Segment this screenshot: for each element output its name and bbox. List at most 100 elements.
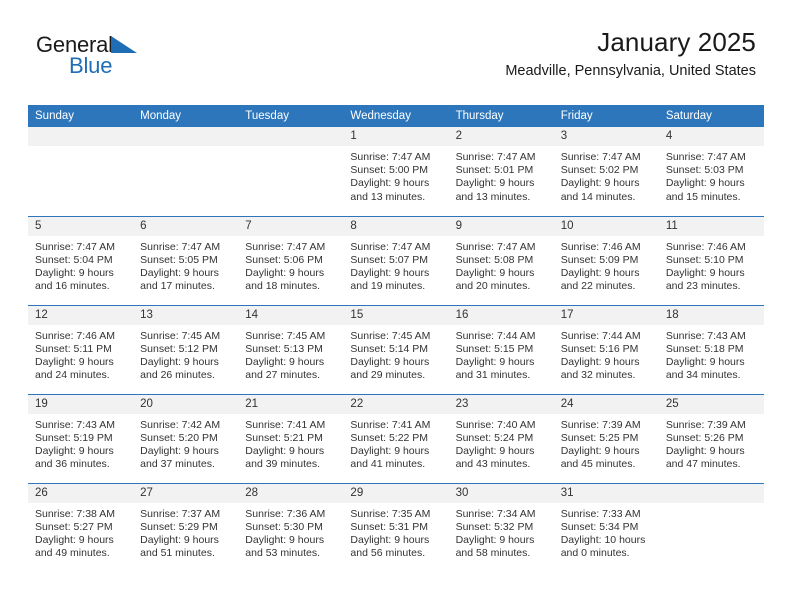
daylight-text-line2: and 56 minutes.	[350, 547, 426, 560]
sunset-text: Sunset: 5:16 PM	[560, 342, 639, 355]
daylight-text-line2: and 17 minutes.	[140, 280, 215, 293]
sunset-text: Sunset: 5:34 PM	[560, 520, 639, 533]
calendar-day-cell[interactable]: 29 Sunrise: 7:35 AM Sunset: 5:31 PM Dayligh…	[343, 482, 449, 572]
calendar-day-cell[interactable]: 5 Sunrise: 7:47 AM Sunset: 5:04 PM Daylight…	[28, 215, 134, 305]
daylight-text-line2: and 36 minutes.	[35, 458, 110, 471]
day-details: Sunrise: 7:44 AM Sunset: 5:15 PM Daylight:…	[449, 325, 554, 383]
calendar-day-cell[interactable]: 24 Sunrise: 7:39 AM Sunset: 5:25 PM Dayligh…	[553, 393, 659, 483]
calendar-day-cell[interactable]: 1 Sunrise: 7:47 AM Sunset: 5:00 PM Daylight…	[343, 127, 449, 216]
sunrise-text: Sunrise: 7:45 AM	[140, 329, 221, 342]
page-subtitle: Meadville, Pennsylvania, United States	[505, 62, 756, 79]
calendar-day-cell[interactable]: 8 Sunrise: 7:47 AM Sunset: 5:07 PM Daylight…	[343, 215, 449, 305]
calendar-day-cell[interactable]: 6 Sunrise: 7:47 AM Sunset: 5:05 PM Daylight…	[133, 215, 239, 305]
day-details: Sunrise: 7:46 AM Sunset: 5:10 PM Daylight:…	[659, 236, 764, 294]
calendar-cell-empty	[238, 127, 344, 216]
daylight-text-line2: and 18 minutes.	[245, 280, 320, 293]
calendar-day-cell[interactable]: 7 Sunrise: 7:47 AM Sunset: 5:06 PM Daylight…	[238, 215, 344, 305]
calendar-day-cell[interactable]: 18 Sunrise: 7:43 AM Sunset: 5:18 PM Dayligh…	[658, 304, 764, 394]
calendar-day-cell[interactable]: 10 Sunrise: 7:46 AM Sunset: 5:09 PM Dayligh…	[553, 215, 659, 305]
calendar-day-cell[interactable]: 31 Sunrise: 7:33 AM Sunset: 5:34 PM Dayligh…	[553, 482, 659, 572]
day-number: 17	[553, 305, 659, 325]
sunrise-text: Sunrise: 7:47 AM	[455, 240, 536, 253]
sunrise-text: Sunrise: 7:43 AM	[665, 329, 746, 342]
day-number: 11	[658, 216, 764, 236]
calendar-day-cell[interactable]: 15 Sunrise: 7:45 AM Sunset: 5:14 PM Dayligh…	[343, 304, 449, 394]
day-details: Sunrise: 7:47 AM Sunset: 5:02 PM Daylight:…	[554, 146, 659, 204]
day-number: 5	[28, 216, 134, 236]
calendar-day-cell[interactable]: 19 Sunrise: 7:43 AM Sunset: 5:19 PM Dayligh…	[28, 393, 134, 483]
day-number: 30	[448, 483, 554, 503]
calendar-day-cell[interactable]: 21 Sunrise: 7:41 AM Sunset: 5:21 PM Dayligh…	[238, 393, 344, 483]
sunset-text: Sunset: 5:07 PM	[350, 253, 429, 266]
calendar-day-cell[interactable]: 2 Sunrise: 7:47 AM Sunset: 5:01 PM Daylight…	[448, 127, 554, 216]
daylight-text-line2: and 24 minutes.	[35, 369, 110, 382]
calendar-day-cell[interactable]: 28 Sunrise: 7:36 AM Sunset: 5:30 PM Dayligh…	[238, 482, 344, 572]
day-details: Sunrise: 7:45 AM Sunset: 5:13 PM Daylight:…	[238, 325, 343, 383]
calendar-page: General Blue January 2025 Meadville, Pen…	[0, 0, 792, 612]
daylight-text-line1: Daylight: 9 hours	[560, 177, 640, 190]
daylight-text-line1: Daylight: 9 hours	[350, 533, 430, 546]
title-block: January 2025 Meadville, Pennsylvania, Un…	[505, 28, 756, 80]
day-details: Sunrise: 7:43 AM Sunset: 5:19 PM Daylight:…	[28, 414, 133, 472]
calendar-day-cell[interactable]: 9 Sunrise: 7:47 AM Sunset: 5:08 PM Daylight…	[448, 215, 554, 305]
calendar-week-row: 12 Sunrise: 7:46 AM Sunset: 5:11 PM Dayligh…	[28, 304, 764, 394]
daylight-text-line1: Daylight: 9 hours	[455, 266, 535, 279]
day-number: 4	[658, 127, 764, 146]
day-details: Sunrise: 7:41 AM Sunset: 5:21 PM Daylight:…	[238, 414, 343, 472]
daylight-text-line1: Daylight: 9 hours	[455, 533, 535, 546]
day-number: 19	[28, 394, 134, 414]
sunset-text: Sunset: 5:18 PM	[665, 342, 744, 355]
day-number: 6	[133, 216, 239, 236]
calendar-day-cell[interactable]: 3 Sunrise: 7:47 AM Sunset: 5:02 PM Daylight…	[553, 127, 659, 216]
day-details: Sunrise: 7:35 AM Sunset: 5:31 PM Daylight:…	[343, 503, 448, 561]
calendar-day-cell[interactable]: 22 Sunrise: 7:41 AM Sunset: 5:22 PM Dayligh…	[343, 393, 449, 483]
sunrise-text: Sunrise: 7:41 AM	[245, 418, 326, 431]
sunset-text: Sunset: 5:12 PM	[140, 342, 218, 355]
calendar-day-cell[interactable]: 20 Sunrise: 7:42 AM Sunset: 5:20 PM Dayligh…	[133, 393, 239, 483]
calendar-body: 1 Sunrise: 7:47 AM Sunset: 5:00 PM Daylight…	[28, 127, 764, 572]
sunrise-text: Sunrise: 7:44 AM	[455, 329, 536, 342]
calendar-day-cell[interactable]: 14 Sunrise: 7:45 AM Sunset: 5:13 PM Dayligh…	[238, 304, 344, 394]
calendar-day-cell[interactable]: 25 Sunrise: 7:39 AM Sunset: 5:26 PM Dayligh…	[658, 393, 764, 483]
calendar-day-cell[interactable]: 26 Sunrise: 7:38 AM Sunset: 5:27 PM Dayligh…	[28, 482, 134, 572]
day-number: 29	[343, 483, 449, 503]
sunset-text: Sunset: 5:09 PM	[560, 253, 639, 266]
day-number: 23	[448, 394, 554, 414]
day-details: Sunrise: 7:36 AM Sunset: 5:30 PM Daylight:…	[238, 503, 343, 561]
calendar-table: Sunday Monday Tuesday Wednesday Thursday…	[28, 105, 764, 572]
daylight-text-line1: Daylight: 9 hours	[350, 177, 430, 190]
calendar-day-cell[interactable]: 11 Sunrise: 7:46 AM Sunset: 5:10 PM Dayligh…	[658, 215, 764, 305]
sunrise-text: Sunrise: 7:41 AM	[350, 418, 431, 431]
sunrise-text: Sunrise: 7:43 AM	[35, 418, 115, 431]
sunrise-text: Sunrise: 7:35 AM	[350, 507, 431, 520]
daylight-text-line2: and 49 minutes.	[35, 547, 110, 560]
daylight-text-line1: Daylight: 9 hours	[350, 355, 430, 368]
calendar-day-cell[interactable]: 23 Sunrise: 7:40 AM Sunset: 5:24 PM Dayligh…	[448, 393, 554, 483]
calendar-day-cell[interactable]: 4 Sunrise: 7:47 AM Sunset: 5:03 PM Daylight…	[658, 127, 764, 216]
calendar-day-cell[interactable]: 16 Sunrise: 7:44 AM Sunset: 5:15 PM Dayligh…	[448, 304, 554, 394]
daylight-text-line2: and 13 minutes.	[350, 190, 426, 203]
sunset-text: Sunset: 5:11 PM	[35, 342, 112, 355]
day-details: Sunrise: 7:34 AM Sunset: 5:32 PM Daylight:…	[449, 503, 554, 561]
sunset-text: Sunset: 5:04 PM	[35, 253, 113, 266]
sunset-text: Sunset: 5:22 PM	[350, 431, 429, 444]
calendar-week-row: 5 Sunrise: 7:47 AM Sunset: 5:04 PM Daylight…	[28, 215, 764, 305]
calendar-day-cell[interactable]: 27 Sunrise: 7:37 AM Sunset: 5:29 PM Dayligh…	[133, 482, 239, 572]
page-header: General Blue January 2025 Meadville, Pen…	[0, 0, 792, 79]
calendar-day-cell[interactable]: 13 Sunrise: 7:45 AM Sunset: 5:12 PM Dayligh…	[133, 304, 239, 394]
weekday-header-saturday: Saturday	[658, 105, 764, 127]
calendar-day-cell[interactable]: 12 Sunrise: 7:46 AM Sunset: 5:11 PM Dayligh…	[28, 304, 134, 394]
daylight-text-line2: and 20 minutes.	[455, 280, 531, 293]
calendar-day-cell[interactable]: 17 Sunrise: 7:44 AM Sunset: 5:16 PM Dayligh…	[553, 304, 659, 394]
brand-logo[interactable]: General Blue	[36, 34, 137, 79]
daylight-text-line2: and 0 minutes.	[560, 547, 630, 560]
day-details: Sunrise: 7:47 AM Sunset: 5:07 PM Daylight:…	[343, 236, 448, 294]
calendar-day-cell[interactable]: 30 Sunrise: 7:34 AM Sunset: 5:32 PM Dayligh…	[448, 482, 554, 572]
day-number: 7	[238, 216, 344, 236]
day-details: Sunrise: 7:47 AM Sunset: 5:04 PM Daylight:…	[28, 236, 133, 294]
day-details: Sunrise: 7:47 AM Sunset: 5:08 PM Daylight:…	[449, 236, 554, 294]
day-number	[133, 127, 239, 146]
sunrise-text: Sunrise: 7:39 AM	[665, 418, 746, 431]
daylight-text-line2: and 53 minutes.	[245, 547, 320, 560]
day-details: Sunrise: 7:47 AM Sunset: 5:06 PM Daylight:…	[238, 236, 343, 294]
